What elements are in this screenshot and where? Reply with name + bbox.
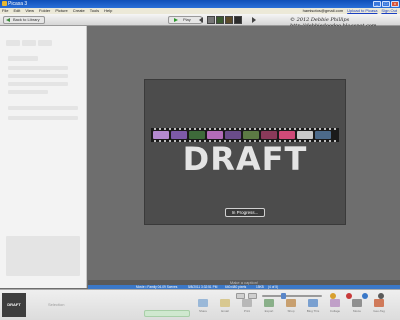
film-frame	[243, 131, 259, 139]
print-icon[interactable]	[242, 299, 252, 307]
star-icon[interactable]	[330, 293, 336, 299]
export-label: Export	[264, 309, 274, 313]
film-frame	[279, 131, 295, 139]
film-frame	[171, 131, 187, 139]
preview-area: DRAFT In Progress...	[88, 26, 400, 280]
tray-action-button[interactable]	[144, 310, 190, 317]
shop-label: Shop	[287, 309, 295, 313]
film-frame	[297, 131, 313, 139]
panel-tab-icon	[38, 40, 52, 46]
rotate-left-button[interactable]	[236, 293, 245, 299]
filmstrip-frames	[153, 131, 331, 139]
panel-tab-icon	[6, 40, 20, 46]
collage-icon[interactable]	[330, 299, 340, 307]
film-frame	[225, 131, 241, 139]
toolbar-thumbnail[interactable]	[216, 16, 224, 24]
panel-row	[8, 82, 68, 86]
window-controls: _ □ x	[373, 1, 399, 7]
toolbar-thumbnail[interactable]	[207, 16, 215, 24]
play-button[interactable]: Play	[168, 16, 202, 24]
geotag-label: Geo-Tag	[373, 309, 385, 313]
blog-icon[interactable]	[308, 299, 318, 307]
play-icon	[174, 18, 178, 22]
email-icon[interactable]	[220, 299, 230, 307]
movie-icon[interactable]	[352, 299, 362, 307]
tag-icon[interactable]	[378, 293, 384, 299]
title-bar: Picasa 3 _ □ x	[0, 0, 400, 8]
panel-row	[8, 66, 68, 70]
film-frame	[189, 131, 205, 139]
film-frame	[315, 131, 331, 139]
movie-label: Movie	[352, 309, 361, 313]
toolbar-thumbnail[interactable]	[225, 16, 233, 24]
pin-icon[interactable]	[346, 293, 352, 299]
toolbar-thumbnail[interactable]	[234, 16, 242, 24]
minimize-button[interactable]: _	[373, 1, 381, 7]
share-label: Share	[198, 309, 207, 313]
panel-row	[8, 106, 78, 110]
export-icon[interactable]	[264, 299, 274, 307]
picasa-app-icon	[2, 1, 7, 6]
film-frame	[153, 131, 169, 139]
close-button[interactable]: x	[391, 1, 399, 7]
collage-label: Collage	[329, 309, 341, 313]
back-to-library-button[interactable]: Back to Library	[3, 16, 45, 24]
print-label: Print	[243, 309, 251, 313]
rotate-right-button[interactable]	[248, 293, 257, 299]
play-label: Play	[183, 17, 191, 22]
photo-tray: DRAFT Selection Share Email Print Export…	[0, 289, 400, 320]
toolbar-thumbnail-strip	[207, 16, 242, 24]
movie-slide: DRAFT In Progress...	[145, 80, 345, 224]
panel-row	[8, 74, 68, 78]
panel-row	[8, 116, 78, 120]
share-icon[interactable]	[198, 299, 208, 307]
tray-thumbnail[interactable]: DRAFT	[2, 293, 26, 317]
geotag-icon[interactable]	[374, 299, 384, 307]
draft-title: DRAFT	[182, 140, 308, 178]
people-icon[interactable]	[362, 293, 368, 299]
panel-tab-icon	[22, 40, 36, 46]
blog-label: Blog This	[306, 309, 320, 313]
zoom-slider-knob[interactable]	[281, 293, 286, 299]
in-progress-button[interactable]: In Progress...	[225, 208, 265, 217]
shop-icon[interactable]	[286, 299, 296, 307]
window-title: Picasa 3	[8, 1, 28, 7]
panel-row	[8, 90, 48, 94]
panel-preview-box	[6, 236, 80, 276]
back-to-library-label: Back to Library	[13, 17, 40, 22]
previous-arrow-icon[interactable]	[199, 17, 203, 23]
email-label: Email	[221, 309, 229, 313]
picasa-window: Picasa 3 _ □ x File Edit View Folder Pic…	[0, 0, 400, 320]
filmstrip-perforations	[151, 128, 339, 130]
zoom-slider-track[interactable]	[262, 295, 322, 297]
selection-label: Selection	[48, 302, 65, 307]
left-panel	[0, 26, 87, 288]
next-arrow-icon[interactable]	[252, 17, 256, 23]
maximize-button[interactable]: □	[382, 1, 390, 7]
film-frame	[261, 131, 277, 139]
back-arrow-icon	[6, 18, 10, 22]
film-frame	[207, 131, 223, 139]
panel-row	[8, 56, 38, 61]
